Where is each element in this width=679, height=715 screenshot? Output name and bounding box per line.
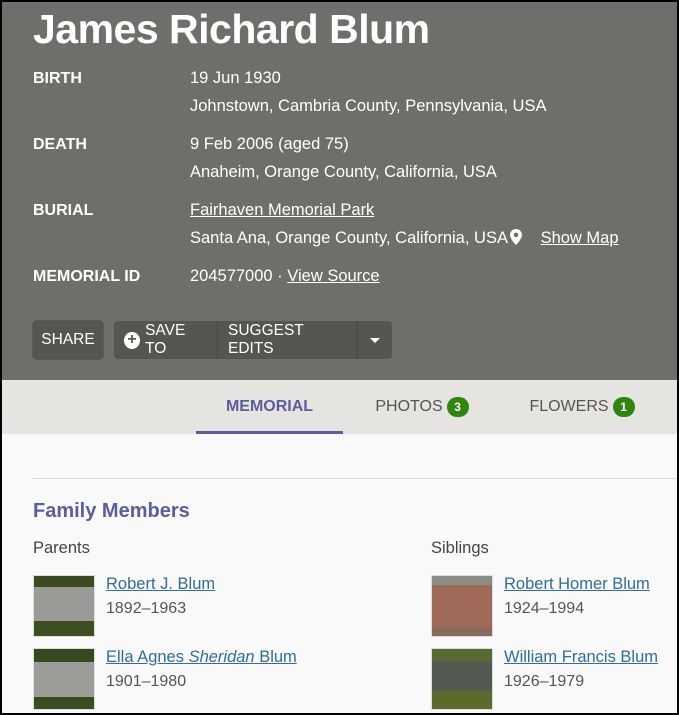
birth-place: Johnstown, Cambria County, Pennsylvania,… <box>190 97 547 115</box>
flowers-count-badge: 1 <box>612 397 635 417</box>
burial-label: BURIAL <box>33 202 94 219</box>
photos-count-badge: 3 <box>446 397 469 417</box>
action-button-group: + SAVE TO SUGGEST EDITS <box>114 321 392 359</box>
family-member-dates: 1901–1980 <box>106 673 187 690</box>
more-actions-button[interactable] <box>358 321 392 359</box>
family-member[interactable]: Ella Agnes Sheridan Blum 1901–1980 <box>33 648 297 710</box>
birth-date: 19 Jun 1930 <box>190 69 281 87</box>
birth-label: BIRTH <box>33 70 82 87</box>
first-name: Ella Agnes <box>106 648 189 666</box>
family-member-name[interactable]: Robert Homer Blum <box>504 575 650 594</box>
last-name: Blum <box>254 648 297 666</box>
memorial-id-label: MEMORIAL ID <box>33 268 141 285</box>
family-member[interactable]: Robert Homer Blum 1924–1994 <box>431 575 671 637</box>
plus-circle-icon: + <box>124 331 141 349</box>
parents-heading: Parents <box>33 539 90 557</box>
suggest-edits-button[interactable]: SUGGEST EDITS <box>218 321 357 359</box>
tab-label: MEMORIAL <box>225 398 314 415</box>
tab-label: PHOTOS <box>375 398 443 415</box>
show-map-link[interactable]: Show Map <box>541 229 619 247</box>
death-place: Anaheim, Orange County, California, USA <box>190 163 497 181</box>
share-button[interactable]: SHARE <box>33 321 103 359</box>
tab-flowers[interactable]: FLOWERS 1 <box>517 380 647 434</box>
family-member-dates: 1892–1963 <box>106 600 187 617</box>
memorial-name: James Richard Blum <box>33 6 430 52</box>
family-member-name[interactable]: Ella Agnes Sheridan Blum <box>106 648 297 667</box>
memorial-tabs: MEMORIAL PHOTOS 3 FLOWERS 1 <box>2 380 677 434</box>
section-divider <box>33 478 677 479</box>
burial-place: Santa Ana, Orange County, California, US… <box>190 229 508 247</box>
map-pin-icon <box>509 229 522 250</box>
family-members-title: Family Members <box>33 500 190 522</box>
headstone-thumbnail[interactable] <box>33 575 95 637</box>
memorial-id-value: 204577000 <box>190 267 273 285</box>
death-date: 9 Feb 2006 (aged 75) <box>190 135 349 153</box>
family-member[interactable]: Robert J. Blum 1892–1963 <box>33 575 273 637</box>
headstone-thumbnail[interactable] <box>431 648 493 710</box>
family-member-dates: 1926–1979 <box>504 673 585 690</box>
family-member[interactable]: William Francis Blum 1926–1979 <box>431 648 671 710</box>
memorial-page: James Richard Blum BIRTH 19 Jun 1930 Joh… <box>2 2 677 713</box>
headstone-thumbnail[interactable] <box>431 575 493 637</box>
separator: · <box>272 267 288 285</box>
caret-down-icon <box>370 337 381 343</box>
tab-memorial[interactable]: MEMORIAL <box>196 380 343 434</box>
family-member-name[interactable]: Robert J. Blum <box>106 575 215 594</box>
death-label: DEATH <box>33 136 87 153</box>
family-member-dates: 1924–1994 <box>504 600 585 617</box>
save-to-button[interactable]: + SAVE TO <box>114 321 217 359</box>
tab-label: FLOWERS <box>529 398 609 415</box>
memorial-header: James Richard Blum BIRTH 19 Jun 1930 Joh… <box>2 2 677 380</box>
cemetery-link[interactable]: Fairhaven Memorial Park <box>190 201 374 219</box>
save-to-label: SAVE TO <box>145 322 186 357</box>
view-source-link[interactable]: View Source <box>287 267 379 285</box>
family-member-name[interactable]: William Francis Blum <box>504 648 658 667</box>
maiden-name: Sheridan <box>188 648 255 666</box>
headstone-thumbnail[interactable] <box>33 648 95 710</box>
tab-photos[interactable]: PHOTOS 3 <box>362 380 482 434</box>
siblings-heading: Siblings <box>431 539 489 557</box>
